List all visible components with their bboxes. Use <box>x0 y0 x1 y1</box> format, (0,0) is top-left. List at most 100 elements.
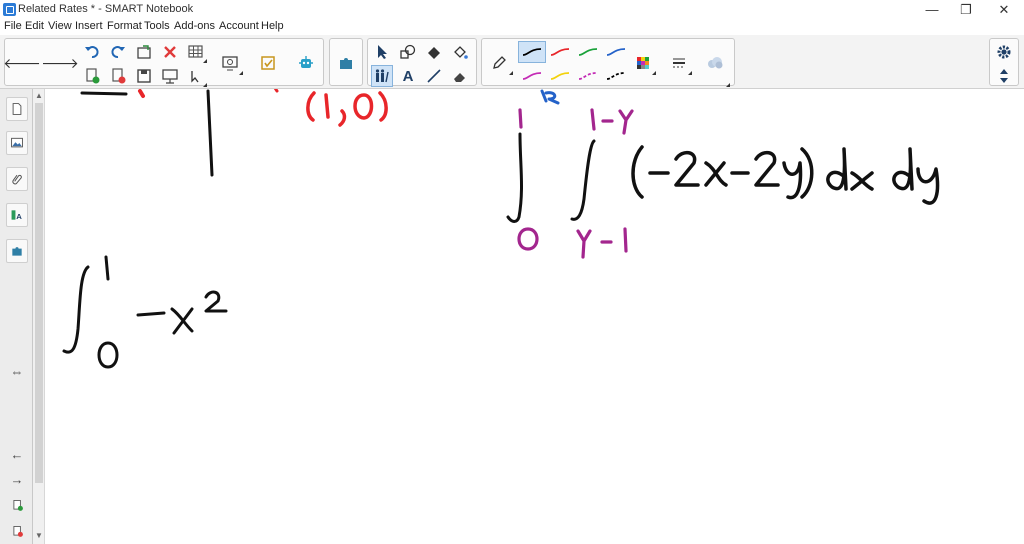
minimize-button[interactable]: — <box>914 0 950 19</box>
open-paren <box>631 145 644 199</box>
exponent-2 <box>204 290 228 313</box>
next-page-button[interactable]: 🡒 <box>41 52 79 74</box>
screen-icon <box>162 69 178 84</box>
add-page-button[interactable] <box>81 65 103 87</box>
fill-effect-dropdown[interactable] <box>726 83 730 87</box>
delete-page-button[interactable] <box>107 65 129 87</box>
toolbar-group-settings <box>989 38 1019 86</box>
pen-magenta-button[interactable] <box>518 65 546 87</box>
whiteboard-canvas[interactable] <box>46 89 1024 544</box>
menu-add-ons[interactable]: Add-ons <box>174 20 215 32</box>
menu-help[interactable]: Help <box>261 20 284 32</box>
menu-tools[interactable]: Tools <box>144 20 170 32</box>
addons-tab[interactable] <box>6 239 28 263</box>
ink-stroke-black-top <box>80 91 128 96</box>
text-a-icon: A <box>402 67 414 85</box>
insert-table-dropdown[interactable] <box>203 59 207 63</box>
vertical-scrollbar[interactable]: ▲ ▼ <box>33 89 45 544</box>
redo-button[interactable] <box>107 41 129 63</box>
screen-capture-dropdown[interactable] <box>239 71 243 75</box>
gallery-tab[interactable] <box>6 131 28 155</box>
page-sorter-tab[interactable] <box>6 97 28 121</box>
pen-green-button[interactable] <box>574 41 602 63</box>
pen-gesture-tool-button[interactable] <box>371 65 393 87</box>
sidebar-add-page-button[interactable] <box>6 493 28 517</box>
delete-button[interactable] <box>159 41 181 63</box>
attachments-tab[interactable] <box>6 167 28 191</box>
shapes-tool-button[interactable] <box>397 41 419 63</box>
cursor-arrow-icon <box>378 45 387 59</box>
pen-magenta-dashed-button[interactable] <box>574 65 602 87</box>
smart-notebook-app-icon <box>3 3 16 16</box>
scroll-up-icon[interactable]: ▲ <box>35 91 43 100</box>
integral-sign-inner <box>570 139 596 221</box>
pen-black-button[interactable] <box>518 41 546 63</box>
pen-stroke-magenta-dashed-icon <box>578 72 598 80</box>
puzzle-piece-icon <box>12 247 22 256</box>
paint-bucket-icon <box>454 46 468 59</box>
color-palette-dropdown[interactable] <box>652 71 656 75</box>
pen-black-dashed-button[interactable] <box>602 65 630 87</box>
ink-integral-bottom <box>62 255 228 369</box>
sidebar-forward-button[interactable]: → <box>6 467 28 491</box>
settings-button[interactable] <box>993 41 1015 63</box>
arrow-left-icon: 🡐 <box>3 54 41 71</box>
line-style-dropdown[interactable] <box>688 71 692 75</box>
open-file-button[interactable] <box>133 41 155 63</box>
sidebar-delete-page-button[interactable] <box>6 519 28 543</box>
fill-tool-button[interactable] <box>423 41 445 63</box>
scroll-down-icon[interactable]: ▼ <box>35 531 43 540</box>
save-button[interactable] <box>133 65 155 87</box>
fill-effect-button[interactable] <box>704 52 726 74</box>
sidebar-resize-handle[interactable]: ⇔ <box>6 359 28 383</box>
toolbar-group-tools: A <box>367 38 477 87</box>
pen-type-dropdown[interactable] <box>509 71 513 75</box>
pen-yellow-button[interactable] <box>546 65 574 87</box>
minus-sign <box>136 311 166 317</box>
undo-icon <box>85 46 99 58</box>
pencil-icon <box>493 56 506 69</box>
pen-tool-button[interactable] <box>488 52 510 74</box>
toolbar-group-main: 🡐 🡒 <box>3 38 324 87</box>
puzzle-icon <box>340 58 352 69</box>
pen-stroke-red-icon <box>550 48 570 56</box>
screen-shade-button[interactable] <box>159 65 181 87</box>
text-tool-button[interactable]: A <box>397 65 419 87</box>
pen-blue-button[interactable] <box>602 41 630 63</box>
menu-account[interactable]: Account <box>219 20 259 32</box>
eraser-tool-button[interactable] <box>449 65 471 87</box>
menu-format[interactable]: Format <box>107 20 142 32</box>
select-tool-button[interactable] <box>371 41 393 63</box>
menu-edit[interactable]: Edit <box>25 20 44 32</box>
line-style-button[interactable] <box>668 52 690 74</box>
sidebar: A ⇔ ← → <box>0 89 33 544</box>
tools-dropdown[interactable] <box>203 83 207 87</box>
pen-red-button[interactable] <box>546 41 574 63</box>
paint-bucket-button[interactable] <box>449 41 471 63</box>
integral-sign-lower <box>62 265 90 354</box>
move-toolbar-button[interactable] <box>993 65 1015 87</box>
gear-icon <box>997 45 1011 59</box>
addons-button[interactable] <box>295 52 317 74</box>
properties-tab[interactable]: A <box>6 203 28 227</box>
previous-page-button[interactable]: 🡐 <box>3 52 41 74</box>
activity-builder-button[interactable] <box>257 52 279 74</box>
restore-button[interactable]: ❐ <box>948 0 984 19</box>
line-tool-button[interactable] <box>423 65 445 87</box>
menu-view[interactable]: View <box>48 20 72 32</box>
color-palette-button[interactable] <box>632 52 654 74</box>
inner-upper-limit <box>590 108 634 135</box>
smart-lab-button[interactable] <box>335 52 357 74</box>
sidebar-back-button[interactable]: ← <box>6 442 28 466</box>
pen-stroke-yellow-icon <box>550 72 570 80</box>
menu-insert[interactable]: Insert <box>75 20 103 32</box>
screen-capture-button[interactable] <box>219 52 241 74</box>
close-window-button[interactable]: ✕ <box>986 0 1022 19</box>
upper-limit-1 <box>104 255 110 281</box>
scrollbar-thumb[interactable] <box>35 103 43 483</box>
y-1 <box>782 161 803 200</box>
menu-file[interactable]: File <box>4 20 22 32</box>
toolbar-group-pens <box>481 38 735 87</box>
gallery-image-icon <box>11 137 23 148</box>
undo-button[interactable] <box>81 41 103 63</box>
